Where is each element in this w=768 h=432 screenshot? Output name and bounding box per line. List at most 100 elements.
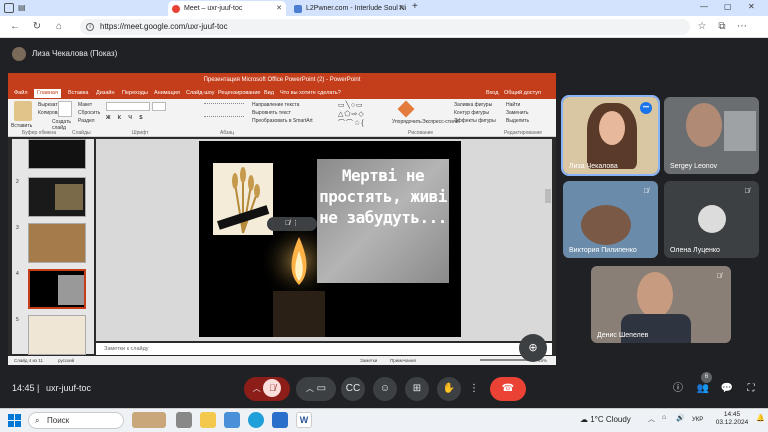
slide-title-box[interactable]: Мертві не простять, живі не забудуть...: [317, 159, 449, 283]
new-slide-icon[interactable]: [58, 101, 72, 117]
cut-button[interactable]: Вырезать: [38, 102, 60, 108]
present-button[interactable]: ⊞: [405, 377, 429, 401]
current-slide[interactable]: 🎙̸ ⋮ Мертві не простять, живі не забудут…: [199, 141, 461, 337]
word-icon[interactable]: W: [296, 412, 312, 428]
shape-fill-button[interactable]: Заливка фигуры: [454, 102, 492, 108]
weather-widget[interactable]: ☁ 1°C Cloudy: [580, 412, 631, 428]
close-window-icon[interactable]: ✕: [748, 2, 755, 11]
layout-button[interactable]: Макет: [78, 102, 92, 108]
language-indicator[interactable]: русский: [58, 356, 74, 365]
tab-insert[interactable]: Вставка: [68, 89, 88, 98]
task-view-icon[interactable]: [176, 412, 192, 428]
end-call-button[interactable]: ☎: [490, 377, 526, 401]
arrange-button[interactable]: Упорядочить: [392, 119, 422, 125]
slide-thumbnail[interactable]: [28, 315, 86, 355]
home-icon[interactable]: ⌂: [52, 20, 66, 34]
activities-button[interactable]: ⛶: [739, 377, 763, 401]
maximize-icon[interactable]: ▢: [724, 2, 732, 11]
captions-button[interactable]: CC: [341, 377, 365, 401]
network-icon[interactable]: ⌂: [662, 414, 666, 421]
paragraph-icons[interactable]: [204, 103, 244, 117]
minimize-icon[interactable]: —: [700, 2, 708, 11]
paste-icon[interactable]: [14, 101, 32, 121]
new-tab-button[interactable]: +: [412, 1, 418, 12]
edge-icon[interactable]: [248, 412, 264, 428]
tab-file[interactable]: Файл: [14, 89, 28, 98]
menu-icon[interactable]: ⋯: [735, 20, 749, 34]
font-size-select[interactable]: [152, 102, 166, 111]
font-name-select[interactable]: [106, 102, 150, 111]
taskbar-widget-image[interactable]: [132, 412, 166, 428]
section-button[interactable]: Раздел: [78, 118, 95, 124]
bold-italic-underline-icons[interactable]: Ж К Ч S: [106, 115, 146, 121]
windows-start-icon[interactable]: [8, 414, 21, 427]
tab-meet[interactable]: Meet – uxr-juuf-toc ✕: [168, 1, 286, 16]
reset-button[interactable]: Сбросить: [78, 110, 100, 116]
volume-icon[interactable]: 🔊: [676, 414, 685, 422]
info-icon[interactable]: i: [86, 23, 94, 31]
mic-button[interactable]: ︿ 🎙̸: [244, 377, 290, 401]
tell-me-input[interactable]: Что вы хотите сделать?: [280, 89, 341, 98]
collections-icon[interactable]: ⧉: [715, 20, 729, 34]
participant-tile[interactable]: 🎙̸ Виктория Пилипенко: [563, 181, 658, 258]
notes-pane[interactable]: Заметки к слайду: [96, 343, 552, 355]
close-icon[interactable]: ✕: [276, 1, 282, 16]
shapes-gallery[interactable]: ▭╲○▭ △⬠⇨◇ ⌒⌒☆{: [338, 101, 388, 129]
login-link[interactable]: Вход: [486, 89, 498, 98]
meeting-info-button[interactable]: ⓘ: [666, 377, 690, 401]
reload-icon[interactable]: ↻: [30, 20, 44, 34]
participant-tile[interactable]: ••• Лиза Чекалова: [561, 95, 660, 176]
notifications-icon[interactable]: 🔔: [756, 414, 765, 422]
language-indicator[interactable]: УКР: [692, 412, 703, 428]
back-icon[interactable]: ←: [8, 20, 22, 34]
zoom-in-button[interactable]: ⊕: [519, 334, 547, 362]
slide-thumbnail[interactable]: [28, 177, 86, 217]
chevron-up-icon[interactable]: ︿: [306, 384, 314, 393]
reactions-button[interactable]: ☺: [373, 377, 397, 401]
tab-slideshow[interactable]: Слайд-шоу: [186, 89, 215, 98]
workspace-icon[interactable]: [4, 3, 14, 13]
shape-outline-button[interactable]: Контур фигуры: [454, 110, 489, 116]
align-text-button[interactable]: Выровнять текст: [252, 110, 291, 116]
participant-tile[interactable]: 🎙̸ Олена Луценко: [664, 181, 759, 258]
scrollbar-thumb[interactable]: [545, 189, 551, 203]
chat-button[interactable]: 💬: [715, 377, 739, 401]
app-icon[interactable]: [272, 412, 288, 428]
tab-review[interactable]: Рецензирование: [218, 89, 260, 98]
tab-design[interactable]: Дизайн: [96, 89, 115, 98]
notes-button[interactable]: Заметки: [360, 356, 377, 365]
taskbar-search[interactable]: ⌕ Поиск: [28, 412, 124, 429]
tab-transitions[interactable]: Переходы: [122, 89, 148, 98]
participant-overlay[interactable]: 🎙̸ ⋮: [267, 217, 317, 231]
tab-home[interactable]: Главная: [34, 89, 61, 98]
select-button[interactable]: Выделить: [506, 118, 529, 124]
slide-thumbnail[interactable]: [28, 139, 86, 169]
store-icon[interactable]: [224, 412, 240, 428]
tray-chevron-icon[interactable]: ︿: [648, 414, 655, 424]
close-icon[interactable]: ✕: [398, 1, 404, 16]
tab-list-icon[interactable]: ▤: [18, 3, 28, 13]
raise-hand-button[interactable]: ✋: [437, 377, 461, 401]
slide-thumbnail[interactable]: [28, 223, 86, 263]
participant-tile[interactable]: 🎙̸ Денис Шепелев: [591, 266, 731, 343]
camera-button[interactable]: ︿ ▭: [296, 377, 336, 401]
shape-effects-button[interactable]: Эффекты фигуры: [454, 118, 496, 124]
find-button[interactable]: Найти: [506, 102, 520, 108]
chevron-up-icon[interactable]: ︿: [253, 384, 261, 393]
tab-animation[interactable]: Анимация: [154, 89, 180, 98]
replace-button[interactable]: Заменить: [506, 110, 528, 116]
tab-l2pwner[interactable]: L2Pwner.com - Interlude Soul Ni ✕: [290, 1, 408, 16]
comments-button[interactable]: Примечания: [390, 356, 416, 365]
file-explorer-icon[interactable]: [200, 412, 216, 428]
smartart-button[interactable]: Преобразовать в SmartArt: [252, 118, 313, 124]
more-icon[interactable]: ⋮: [292, 220, 299, 227]
share-button[interactable]: Общий доступ: [504, 89, 541, 98]
tab-view[interactable]: Вид: [264, 89, 274, 98]
more-options-button[interactable]: ⋮: [466, 377, 482, 401]
taskbar-clock[interactable]: 14:45 03.12.2024: [712, 411, 752, 427]
paste-button[interactable]: Вставить: [11, 123, 32, 129]
slide-thumbnail-selected[interactable]: [28, 269, 86, 309]
favorites-icon[interactable]: ☆: [695, 20, 709, 34]
people-button[interactable]: 👥 6: [691, 372, 715, 401]
participant-tile[interactable]: Sergey Leonov: [664, 97, 759, 174]
